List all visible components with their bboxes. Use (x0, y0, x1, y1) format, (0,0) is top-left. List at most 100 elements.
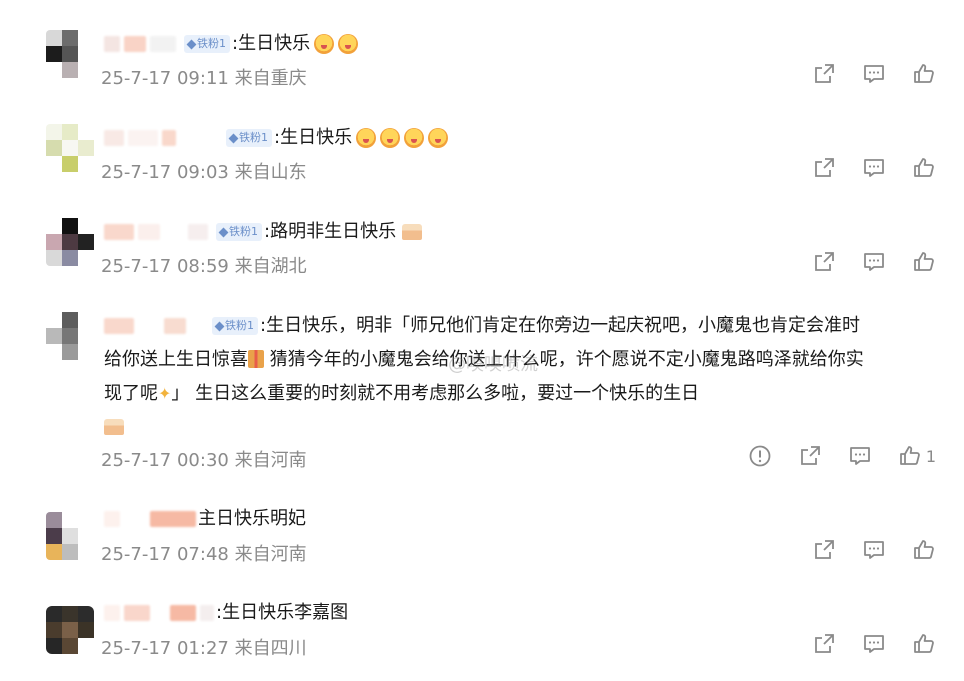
comment-text: 主日快乐明妃 (198, 508, 306, 529)
diamond-icon (214, 321, 225, 331)
cake-icon (402, 224, 423, 240)
comment-icon (862, 156, 886, 180)
comment-meta: 25-7-17 09:03 来自山东 (101, 158, 307, 184)
fan-badge[interactable]: 铁粉1 (184, 35, 230, 53)
diamond-icon (218, 227, 229, 237)
like-button[interactable] (912, 250, 936, 274)
share-button[interactable] (812, 632, 836, 656)
comment-location: 来自四川 (234, 638, 307, 659)
share-button[interactable] (812, 538, 836, 562)
comment-actions (812, 62, 936, 86)
like-button[interactable]: 1 (898, 444, 936, 468)
comment-meta: 25-7-17 08:59 来自湖北 (101, 252, 307, 278)
comment-location: 来自河南 (234, 544, 307, 565)
comment-icon (862, 62, 886, 86)
share-button[interactable] (812, 250, 836, 274)
emoji-icon (314, 34, 335, 54)
reply-button[interactable] (862, 538, 886, 562)
share-icon (812, 632, 836, 656)
username[interactable] (104, 222, 208, 242)
share-button[interactable] (812, 62, 836, 86)
thumbs-up-icon (912, 156, 936, 180)
comment-text-line2b: 猜猜今年的小魔鬼会给你送上什么呢，许个愿说不定小魔鬼路鸣泽就给你实 (269, 349, 864, 370)
comment-time: 25-7-17 08:59 (101, 256, 229, 277)
like-button[interactable] (912, 62, 936, 86)
comment-text-line1: :生日快乐，明非「师兄他们肯定在你旁边一起庆祝吧，小魔鬼也肯定会准时 (260, 315, 861, 336)
comment-time: 25-7-17 09:11 (101, 68, 229, 89)
comment-location: 来自重庆 (234, 68, 307, 89)
comment-icon (862, 538, 886, 562)
avatar[interactable] (46, 312, 94, 360)
diamond-icon (228, 133, 239, 143)
thumbs-up-icon (912, 538, 936, 562)
reply-button[interactable] (862, 62, 886, 86)
avatar[interactable] (46, 512, 94, 560)
like-button[interactable] (912, 156, 936, 180)
username[interactable] (104, 128, 200, 148)
thumbs-up-icon (912, 250, 936, 274)
username[interactable] (104, 509, 196, 529)
emoji-icon (428, 128, 449, 148)
reply-button[interactable] (862, 632, 886, 656)
share-icon (812, 62, 836, 86)
comment-text: :生日快乐 (232, 33, 311, 54)
comment-actions (812, 632, 936, 656)
comment-text: :生日快乐李嘉图 (216, 602, 349, 623)
warning-icon (748, 444, 772, 468)
thumbs-up-icon (912, 62, 936, 86)
share-icon (812, 538, 836, 562)
like-button[interactable] (912, 538, 936, 562)
reply-button[interactable] (862, 250, 886, 274)
comment-meta: 25-7-17 01:27 来自四川 (101, 634, 307, 660)
comment-actions (812, 538, 936, 562)
comment-actions (812, 156, 936, 180)
fan-badge[interactable]: 铁粉1 (226, 129, 272, 147)
comment-text: :生日快乐 (274, 127, 353, 148)
avatar[interactable] (46, 606, 94, 654)
watermark: @嗅嗅喷流 (448, 354, 538, 375)
emoji-icon (380, 128, 401, 148)
emoji-icon (338, 34, 359, 54)
fan-badge[interactable]: 铁粉1 (216, 223, 262, 241)
username[interactable] (104, 316, 204, 336)
comment-time: 25-7-17 00:30 (101, 450, 229, 471)
comment-text-line2a: 给你送上生日惊喜 (104, 349, 248, 370)
share-icon (812, 250, 836, 274)
reply-button[interactable] (862, 156, 886, 180)
emoji-icon (356, 128, 377, 148)
share-icon (798, 444, 822, 468)
comment-icon (848, 444, 872, 468)
comment-time: 25-7-17 09:03 (101, 162, 229, 183)
comment-text-line3b: 」 生日这么重要的时刻就不用考虑那么多啦，要过一个快乐的生日 (171, 383, 700, 404)
thumbs-up-icon (898, 444, 922, 468)
comment-location: 来自山东 (234, 162, 307, 183)
thumbs-up-icon (912, 632, 936, 656)
like-count: 1 (925, 446, 936, 466)
comment-meta: 25-7-17 09:11 来自重庆 (101, 64, 307, 90)
report-button[interactable] (748, 444, 772, 468)
comment-meta: 25-7-17 07:48 来自河南 (101, 540, 307, 566)
avatar[interactable] (46, 124, 94, 172)
comment-location: 来自湖北 (234, 256, 307, 277)
comment-text: :路明非生日快乐 (264, 221, 397, 242)
share-button[interactable] (812, 156, 836, 180)
comment-meta: 25-7-17 00:30 来自河南 (101, 446, 307, 472)
comment-actions (812, 250, 936, 274)
username[interactable] (104, 34, 176, 54)
share-icon (812, 156, 836, 180)
cake-icon (104, 419, 124, 435)
avatar[interactable] (46, 218, 94, 266)
comment-icon (862, 250, 886, 274)
emoji-icon (404, 128, 425, 148)
reply-button[interactable] (848, 444, 872, 468)
like-button[interactable] (912, 632, 936, 656)
comment-text-line3a: 现了呢 (104, 383, 158, 404)
comment-time: 25-7-17 01:27 (101, 638, 229, 659)
fan-badge[interactable]: 铁粉1 (212, 317, 258, 335)
comment-location: 来自河南 (234, 450, 307, 471)
comment-icon (862, 632, 886, 656)
share-button[interactable] (798, 444, 822, 468)
diamond-icon (186, 39, 197, 49)
avatar[interactable] (46, 30, 94, 78)
username[interactable] (104, 603, 214, 623)
